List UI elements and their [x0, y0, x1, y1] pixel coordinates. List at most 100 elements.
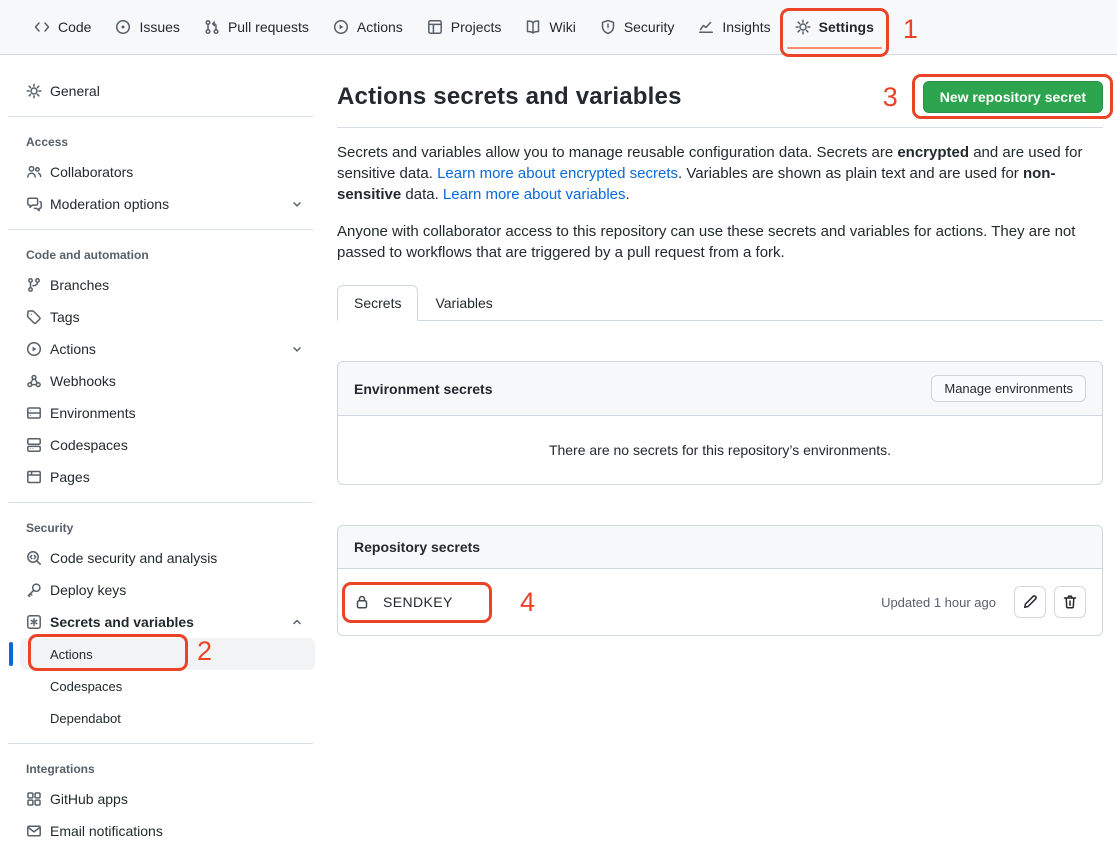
tab-wiki[interactable]: Wiki [513, 0, 587, 54]
repository-secrets-box: Repository secrets SENDKEY 4 Updated 1 h… [337, 525, 1103, 636]
sidebar-item-secrets-and-variables[interactable]: Secrets and variables [0, 606, 321, 638]
tab-code[interactable]: Code [22, 0, 103, 54]
manage-environments-button[interactable]: Manage environments [931, 375, 1086, 402]
sidebar-item-label: Actions [50, 341, 96, 357]
annotation-number-2: 2 [197, 636, 212, 667]
tab-pull-requests[interactable]: Pull requests [192, 0, 321, 54]
sidebar-item-label: Codespaces [50, 437, 128, 453]
tab-projects[interactable]: Projects [415, 0, 514, 54]
sidebar-item-github-apps[interactable]: GitHub apps [0, 783, 321, 815]
sidebar-section-access: Access [0, 126, 321, 156]
asterisk-box-icon [26, 614, 42, 630]
graph-icon [698, 19, 714, 35]
tag-icon [26, 309, 42, 325]
secret-name: SENDKEY [383, 594, 453, 610]
sidebar-item-collaborators[interactable]: Collaborators [0, 156, 321, 188]
chevron-down-icon [291, 198, 303, 210]
tab-security[interactable]: Security [588, 0, 687, 54]
git-branch-icon [26, 277, 42, 293]
trash-icon [1062, 594, 1078, 610]
annotation-number-3: 3 [883, 82, 898, 113]
tab-label: Insights [722, 19, 770, 35]
sidebar-item-tags[interactable]: Tags [0, 301, 321, 333]
title-divider [337, 127, 1103, 128]
sidebar-section-code-automation: Code and automation [0, 239, 321, 269]
tab-settings[interactable]: Settings 1 [783, 0, 886, 54]
github-repo-settings-page: Code Issues Pull requests Actions Projec… [0, 0, 1117, 867]
environment-secrets-box: Environment secrets Manage environments … [337, 361, 1103, 485]
intro-text: . Variables are shown as plain text and … [678, 165, 1023, 182]
annotation-number-4: 4 [520, 587, 535, 618]
tab-insights[interactable]: Insights [686, 0, 782, 54]
sidebar-item-label: Branches [50, 277, 109, 293]
sidebar-item-general[interactable]: General [0, 75, 321, 107]
intro-text: Secrets and variables allow you to manag… [337, 144, 897, 161]
tab-actions[interactable]: Actions [321, 0, 415, 54]
sidebar-item-moderation-options[interactable]: Moderation options [0, 188, 321, 220]
collaborator-paragraph: Anyone with collaborator access to this … [337, 221, 1103, 263]
delete-secret-button[interactable] [1054, 586, 1086, 618]
sidebar-section-security: Security [0, 512, 321, 542]
intro-bold-encrypted: encrypted [897, 144, 969, 161]
intro-text: . [626, 186, 630, 203]
annotation-number-1: 1 [903, 14, 918, 45]
issue-opened-icon [115, 19, 131, 35]
gear-icon [26, 83, 42, 99]
sidebar-divider [8, 229, 313, 230]
sidebar-subitem-codespaces[interactable]: Codespaces [20, 670, 315, 702]
sidebar-item-label: Webhooks [50, 373, 116, 389]
active-item-bar [9, 642, 13, 666]
sidebar-divider [8, 743, 313, 744]
environment-secrets-empty-text: There are no secrets for this repository… [338, 416, 1102, 484]
intro-paragraph: Secrets and variables allow you to manag… [337, 142, 1103, 205]
sidebar-item-label: Deploy keys [50, 582, 126, 598]
sidebar-item-webhooks[interactable]: Webhooks [0, 365, 321, 397]
sidebar-item-label: Secrets and variables [50, 614, 194, 630]
edit-secret-button[interactable] [1014, 586, 1046, 618]
tab-secrets[interactable]: Secrets [337, 285, 418, 321]
lock-icon [354, 594, 370, 610]
tab-label: Code [58, 19, 91, 35]
sidebar-item-actions[interactable]: Actions [0, 333, 321, 365]
gear-icon [795, 19, 811, 35]
tab-variables[interactable]: Variables [418, 285, 509, 321]
new-repository-secret-button[interactable]: New repository secret [923, 81, 1103, 113]
tab-label: Pull requests [228, 19, 309, 35]
box-title: Repository secrets [354, 539, 480, 555]
sidebar-subitem-actions[interactable]: Actions 2 [20, 638, 315, 670]
chevron-down-icon [291, 343, 303, 355]
link-variables[interactable]: Learn more about variables [443, 186, 626, 203]
box-title: Environment secrets [354, 381, 493, 397]
sidebar-item-label: Code security and analysis [50, 550, 217, 566]
browser-icon [26, 469, 42, 485]
sidebar-item-label: Actions [50, 647, 93, 662]
link-encrypted-secrets[interactable]: Learn more about encrypted secrets [437, 165, 678, 182]
table-icon [427, 19, 443, 35]
tab-label: Actions [357, 19, 403, 35]
sidebar-subitem-dependabot[interactable]: Dependabot [20, 702, 315, 734]
sidebar-item-label: Tags [50, 309, 80, 325]
secret-row-actions: Updated 1 hour ago [881, 586, 1086, 618]
sidebar-item-label: Moderation options [50, 196, 169, 212]
tab-label: Projects [451, 19, 502, 35]
sidebar-item-email-notifications[interactable]: Email notifications [0, 815, 321, 847]
apps-icon [26, 791, 42, 807]
sidebar-item-branches[interactable]: Branches [0, 269, 321, 301]
sidebar-item-environments[interactable]: Environments [0, 397, 321, 429]
secrets-variables-tabs: Secrets Variables [337, 285, 1103, 321]
pencil-icon [1022, 594, 1038, 610]
sidebar-item-deploy-keys[interactable]: Deploy keys [0, 574, 321, 606]
sidebar-item-label: GitHub apps [50, 791, 128, 807]
tab-issues[interactable]: Issues [103, 0, 191, 54]
sidebar-item-label: Collaborators [50, 164, 133, 180]
sidebar-divider [8, 116, 313, 117]
people-icon [26, 164, 42, 180]
sidebar-item-code-security[interactable]: Code security and analysis [0, 542, 321, 574]
server-icon [26, 405, 42, 421]
sidebar-item-codespaces[interactable]: Codespaces [0, 429, 321, 461]
play-icon [26, 341, 42, 357]
sidebar-item-pages[interactable]: Pages [0, 461, 321, 493]
secret-name-group: SENDKEY 4 [354, 594, 453, 610]
tab-label: Wiki [549, 19, 575, 35]
chevron-up-icon [291, 616, 303, 628]
